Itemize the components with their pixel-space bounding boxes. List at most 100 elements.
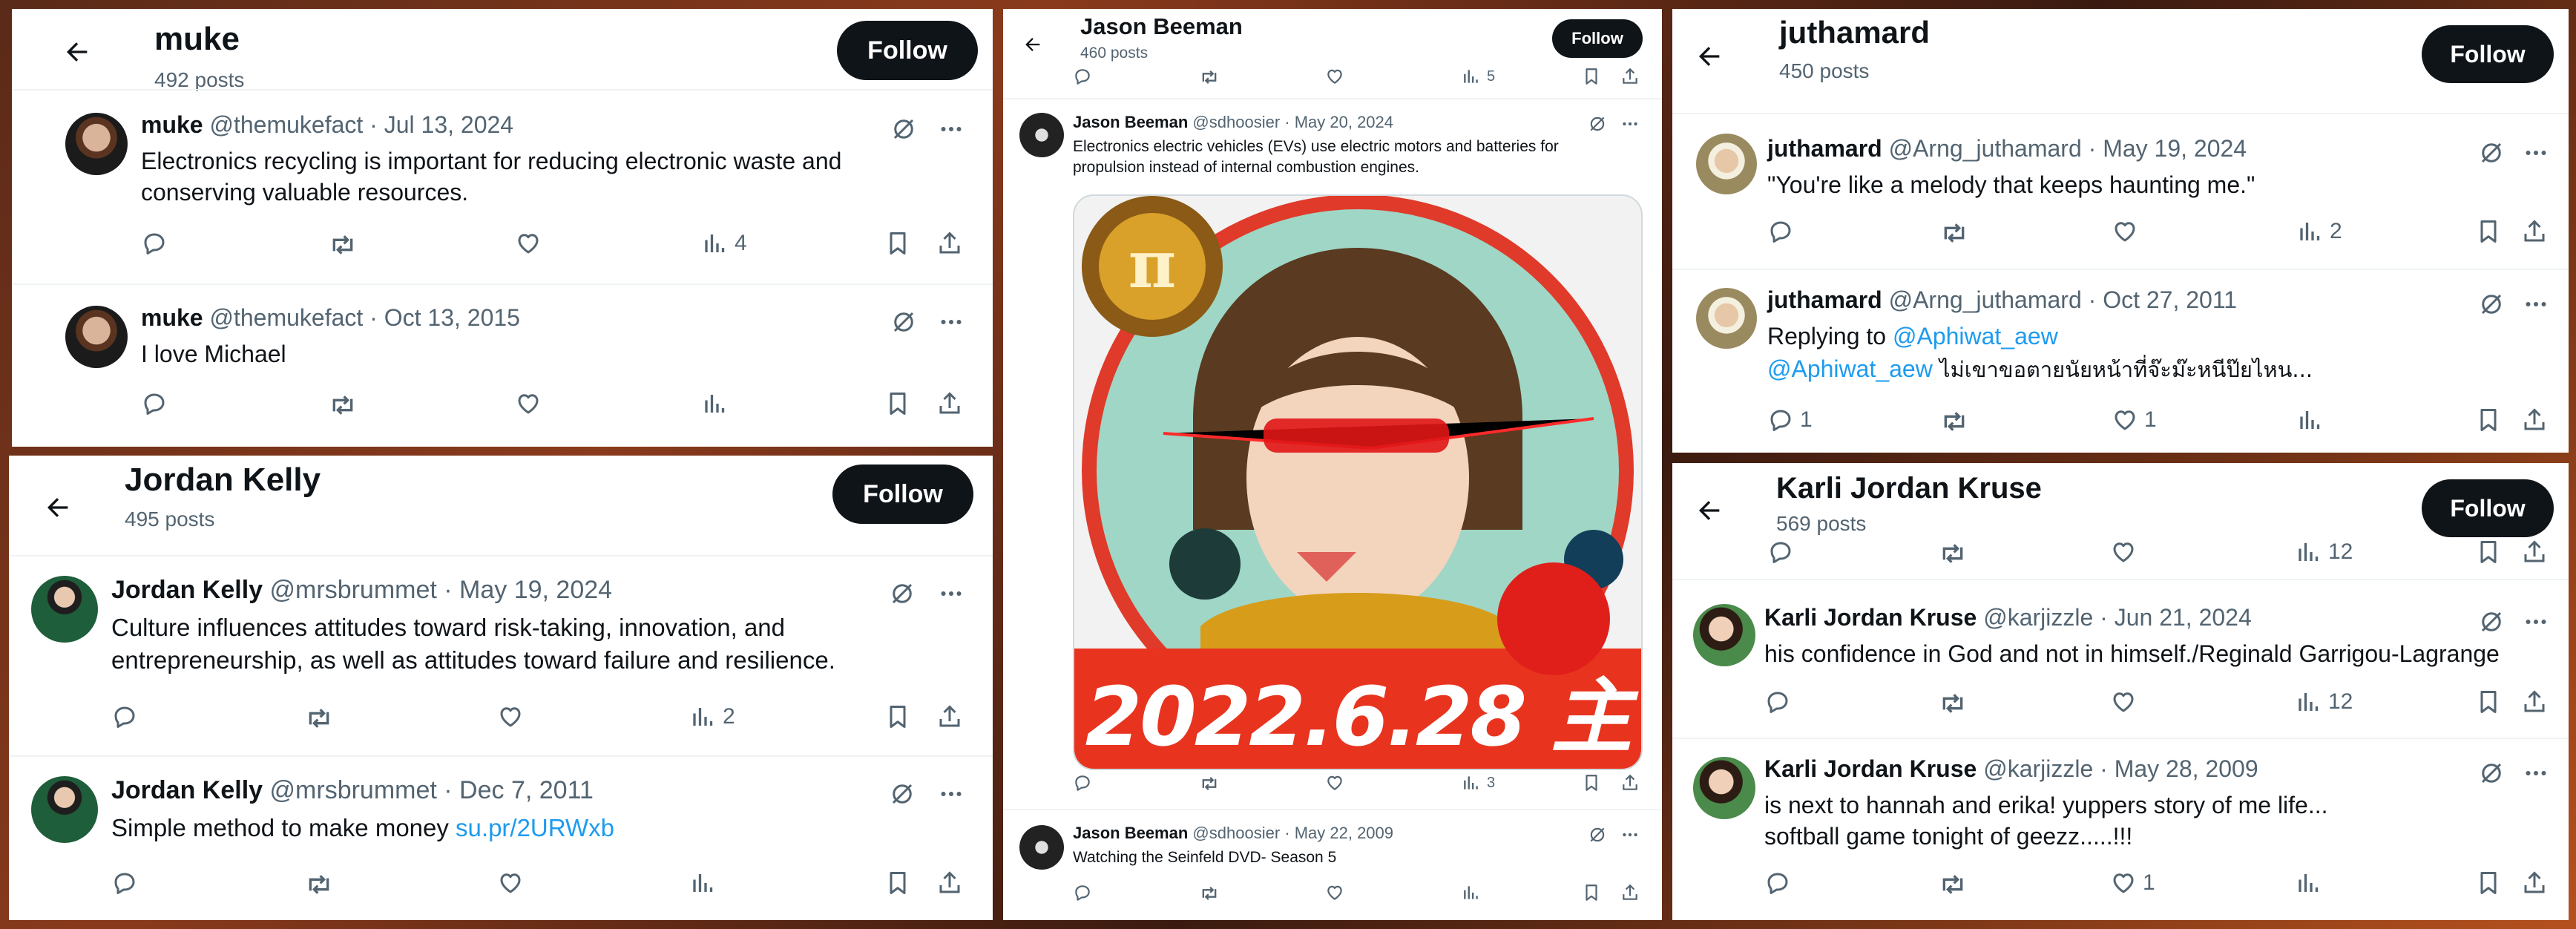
share-button[interactable] bbox=[1620, 773, 1640, 792]
like-button[interactable] bbox=[2112, 218, 2138, 245]
author-name[interactable]: juthamard bbox=[1767, 286, 1882, 313]
repost-button[interactable] bbox=[328, 390, 358, 420]
like-button[interactable] bbox=[1325, 773, 1344, 792]
author-name[interactable]: muke bbox=[141, 111, 203, 138]
grok-button[interactable] bbox=[2477, 607, 2506, 637]
share-button[interactable] bbox=[2521, 407, 2548, 433]
avatar[interactable] bbox=[1696, 288, 1757, 349]
views-button[interactable]: 12 bbox=[2296, 539, 2353, 565]
more-button[interactable] bbox=[2521, 607, 2551, 637]
author-name[interactable]: Jason Beeman bbox=[1073, 824, 1188, 842]
views-button[interactable]: 3 bbox=[1462, 773, 1495, 792]
repost-button[interactable] bbox=[304, 703, 334, 733]
like-button[interactable] bbox=[2110, 689, 2137, 715]
share-button[interactable] bbox=[936, 230, 963, 257]
like-button[interactable] bbox=[2110, 539, 2137, 565]
share-button[interactable] bbox=[1620, 67, 1640, 86]
bookmark-button[interactable] bbox=[884, 703, 911, 730]
mention-link[interactable]: @Aphiwat_aew bbox=[1767, 355, 1933, 382]
reply-button[interactable] bbox=[111, 870, 138, 896]
repost-button[interactable] bbox=[1938, 539, 1968, 568]
more-button[interactable] bbox=[936, 114, 966, 144]
grok-button[interactable] bbox=[887, 779, 917, 809]
reply-button[interactable] bbox=[111, 703, 138, 730]
author-name[interactable]: Jordan Kelly bbox=[111, 576, 263, 604]
follow-button[interactable]: Follow bbox=[1552, 19, 1643, 58]
bookmark-button[interactable] bbox=[2475, 539, 2502, 565]
grok-button[interactable] bbox=[1586, 824, 1609, 846]
reply-button[interactable] bbox=[1767, 218, 1794, 245]
author-name[interactable]: muke bbox=[141, 304, 203, 331]
more-button[interactable] bbox=[1619, 824, 1641, 846]
more-button[interactable] bbox=[936, 579, 966, 608]
back-button[interactable] bbox=[55, 30, 99, 74]
bookmark-button[interactable] bbox=[1582, 773, 1601, 792]
avatar[interactable] bbox=[31, 576, 98, 643]
avatar[interactable] bbox=[1693, 757, 1755, 819]
avatar[interactable] bbox=[1019, 825, 1064, 870]
grok-button[interactable] bbox=[887, 579, 917, 608]
bookmark-button[interactable] bbox=[1582, 883, 1601, 902]
like-button[interactable]: 1 bbox=[2112, 407, 2157, 433]
like-button[interactable] bbox=[1325, 67, 1344, 86]
avatar[interactable] bbox=[65, 306, 128, 368]
bookmark-button[interactable] bbox=[1582, 67, 1601, 86]
views-button[interactable]: 2 bbox=[690, 703, 735, 730]
more-button[interactable] bbox=[1619, 113, 1641, 135]
follow-button[interactable]: Follow bbox=[832, 464, 973, 524]
views-button[interactable]: 2 bbox=[2297, 218, 2342, 245]
reply-button[interactable] bbox=[1764, 870, 1791, 896]
avatar[interactable] bbox=[1693, 604, 1755, 666]
reply-button[interactable] bbox=[1073, 773, 1092, 792]
back-button[interactable] bbox=[1687, 488, 1732, 533]
follow-button[interactable]: Follow bbox=[2422, 25, 2554, 83]
repost-button[interactable] bbox=[1199, 883, 1220, 904]
author-name[interactable]: Jason Beeman bbox=[1073, 113, 1188, 131]
grok-button[interactable] bbox=[2477, 289, 2506, 319]
like-button[interactable] bbox=[515, 230, 542, 257]
repost-button[interactable] bbox=[328, 230, 358, 260]
bookmark-button[interactable] bbox=[884, 870, 911, 896]
reply-button[interactable] bbox=[1767, 539, 1794, 565]
repost-button[interactable] bbox=[1199, 773, 1220, 794]
reply-button[interactable]: 1 bbox=[1767, 407, 1813, 433]
share-button[interactable] bbox=[936, 390, 963, 417]
back-button[interactable] bbox=[36, 485, 80, 530]
grok-button[interactable] bbox=[1586, 113, 1609, 135]
avatar[interactable] bbox=[1019, 113, 1064, 157]
views-button[interactable]: 5 bbox=[1462, 67, 1495, 86]
like-button[interactable]: 1 bbox=[2110, 870, 2155, 896]
reply-button[interactable] bbox=[141, 390, 168, 417]
reply-button[interactable] bbox=[1073, 883, 1092, 902]
bookmark-button[interactable] bbox=[2475, 689, 2502, 715]
tweet-link[interactable]: su.pr/2URWxb bbox=[456, 814, 614, 841]
grok-button[interactable] bbox=[2477, 758, 2506, 788]
grok-button[interactable] bbox=[889, 307, 919, 337]
views-button[interactable] bbox=[2297, 407, 2324, 433]
bookmark-button[interactable] bbox=[2475, 407, 2502, 433]
share-button[interactable] bbox=[2521, 218, 2548, 245]
repost-button[interactable] bbox=[1939, 218, 1969, 248]
like-button[interactable] bbox=[497, 870, 524, 896]
grok-button[interactable] bbox=[889, 114, 919, 144]
views-button[interactable] bbox=[702, 390, 729, 417]
more-button[interactable] bbox=[2521, 289, 2551, 319]
avatar[interactable] bbox=[31, 776, 98, 843]
like-button[interactable] bbox=[497, 703, 524, 730]
views-button[interactable]: 4 bbox=[702, 230, 747, 257]
like-button[interactable] bbox=[515, 390, 542, 417]
bookmark-button[interactable] bbox=[884, 390, 911, 417]
like-button[interactable] bbox=[1325, 883, 1344, 902]
more-button[interactable] bbox=[936, 307, 966, 337]
avatar[interactable] bbox=[65, 113, 128, 175]
bookmark-button[interactable] bbox=[2475, 870, 2502, 896]
author-name[interactable]: Karli Jordan Kruse bbox=[1764, 604, 1977, 631]
more-button[interactable] bbox=[2521, 758, 2551, 788]
tweet-image[interactable]: 2022.6.28 主网 π bbox=[1073, 194, 1643, 770]
reply-button[interactable] bbox=[1073, 67, 1092, 86]
views-button[interactable] bbox=[2296, 870, 2322, 896]
author-name[interactable]: Jordan Kelly bbox=[111, 776, 263, 804]
share-button[interactable] bbox=[2521, 870, 2548, 896]
more-button[interactable] bbox=[2521, 138, 2551, 168]
repost-button[interactable] bbox=[1939, 407, 1969, 436]
